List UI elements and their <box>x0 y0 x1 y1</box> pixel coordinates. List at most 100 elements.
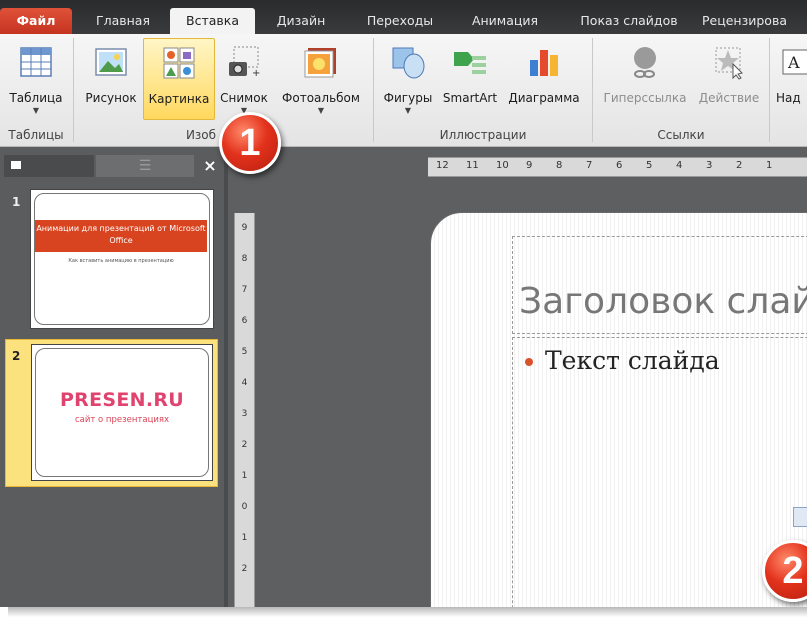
photoalbum-label: Фотоальбом <box>282 91 360 105</box>
screenshot-label: Снимок <box>220 91 268 105</box>
photoalbum-button[interactable]: Фотоальбом ▼ <box>276 38 366 118</box>
textbox-label: Над <box>776 91 801 105</box>
shapes-label: Фигуры <box>383 91 433 105</box>
chart-button[interactable]: Диаграмма <box>502 38 586 118</box>
screenshot-button[interactable]: + Снимок ▼ <box>214 38 274 118</box>
chart-label: Диаграмма <box>508 91 580 105</box>
shapes-icon <box>392 47 425 79</box>
thumbnail-subtitle: Как вставить анимацию в презентацию <box>68 258 174 264</box>
ruler-mark: 2 <box>241 564 248 574</box>
slide-thumbnail-2[interactable]: PRESEN.RU сайт о презентациях <box>31 344 213 481</box>
photoalbum-icon <box>304 48 336 78</box>
chevron-down-icon: ▼ <box>404 106 412 115</box>
group-label-tables: Таблицы <box>8 128 64 142</box>
tab-insert[interactable]: Вставка <box>170 8 255 34</box>
thumbnail-title: Анимации для презентаций от Microsoft Of… <box>35 220 207 252</box>
tab-review[interactable]: Рецензирова <box>702 8 807 34</box>
ruler-mark: 8 <box>241 254 248 264</box>
group-label-illustrations: Иллюстрации <box>439 128 527 142</box>
action-label: Действие <box>698 91 760 105</box>
slide-canvas[interactable]: Заголовок слай Текст слайда <box>430 212 807 607</box>
title-placeholder-text: Заголовок слай <box>519 281 807 322</box>
tab-transitions[interactable]: Переходы <box>355 8 445 34</box>
picture-button[interactable]: Рисунок <box>80 38 142 118</box>
pane-splitter[interactable] <box>224 147 228 607</box>
textbox-icon: A <box>782 49 807 75</box>
ruler-mark: 9 <box>526 160 533 171</box>
clipart-button[interactable]: Картинка <box>143 38 215 120</box>
ruler-mark: 12 <box>436 160 449 171</box>
group-separator <box>373 38 374 142</box>
horizontal-ruler: 12 11 10 9 8 7 6 5 4 3 2 1 <box>428 157 807 177</box>
ruler-mark: 1 <box>241 471 248 481</box>
callout-badge-1: 1 <box>219 112 281 174</box>
ruler-mark: 10 <box>496 160 509 171</box>
picture-label: Рисунок <box>85 91 137 105</box>
smartart-button[interactable]: SmartArt <box>438 38 502 118</box>
action-icon <box>715 47 743 80</box>
presen-logo: PRESEN.RU <box>59 389 185 411</box>
group-label-links: Ссылки <box>657 128 705 142</box>
hyperlink-icon <box>634 47 656 78</box>
powerpoint-window: Файл Главная Вставка Дизайн Переходы Ани… <box>0 0 807 607</box>
ruler-mark: 3 <box>706 160 713 171</box>
tab-slideshow[interactable]: Показ слайдов <box>570 8 688 34</box>
logo-subtitle: сайт о презентациях <box>74 415 170 425</box>
action-button[interactable]: Действие <box>692 38 766 118</box>
shapes-button[interactable]: Фигуры ▼ <box>378 38 438 118</box>
ruler-mark: 9 <box>241 223 248 233</box>
tab-home[interactable]: Главная <box>85 8 161 34</box>
ruler-mark: 8 <box>556 160 563 171</box>
picture-icon <box>95 48 127 76</box>
slide-thumbnail-1[interactable]: Анимации для презентаций от Microsoft Of… <box>30 189 214 329</box>
chevron-down-icon: ▼ <box>32 106 40 115</box>
smartart-icon <box>454 52 486 74</box>
ruler-mark: 1 <box>766 160 773 171</box>
table-icon <box>20 47 52 77</box>
ruler-mark: 6 <box>616 160 623 171</box>
close-icon[interactable]: × <box>200 155 220 177</box>
window-shadow <box>8 607 807 617</box>
ribbon-tabs-bar: Файл Главная Вставка Дизайн Переходы Ани… <box>0 0 807 34</box>
group-separator <box>769 38 770 142</box>
slide-number: 2 <box>12 349 21 363</box>
group-separator <box>73 38 74 142</box>
screenshot-icon: + <box>229 46 260 79</box>
hyperlink-button[interactable]: Гиперссылка <box>598 38 692 118</box>
outline-icon: ☰ <box>138 158 152 174</box>
table-label: Таблица <box>9 91 63 105</box>
ruler-mark: 2 <box>241 440 248 450</box>
tab-file[interactable]: Файл <box>0 8 72 34</box>
chevron-down-icon: ▼ <box>317 106 325 115</box>
thumbnail-border <box>35 348 209 477</box>
table-button[interactable]: Таблица ▼ <box>2 38 70 118</box>
ruler-mark: 5 <box>241 347 248 357</box>
tab-design[interactable]: Дизайн <box>266 8 336 34</box>
svg-text:+: + <box>252 68 260 79</box>
smartart-label: SmartArt <box>442 91 498 105</box>
ruler-mark: 4 <box>676 160 683 171</box>
ribbon-insert: Таблица ▼ Рисунок Картинка + Снимок ▼ Фо… <box>0 34 807 147</box>
ruler-mark: 6 <box>241 316 248 326</box>
title-placeholder[interactable]: Заголовок слай <box>512 236 807 334</box>
ruler-mark: 11 <box>466 160 479 171</box>
tab-animation[interactable]: Анимация <box>460 8 550 34</box>
slides-pane-tabs: ☰ × <box>0 153 224 179</box>
hyperlink-label: Гиперссылка <box>603 91 687 105</box>
svg-text:A: A <box>787 53 800 72</box>
body-placeholder-text: Текст слайда <box>545 346 720 375</box>
clipart-label: Картинка <box>148 92 210 106</box>
ruler-mark: 2 <box>736 160 743 171</box>
ruler-mark: 5 <box>646 160 653 171</box>
insert-table-icon[interactable] <box>793 507 807 527</box>
tab-slides[interactable] <box>4 155 94 177</box>
bullet-icon <box>525 358 533 366</box>
vertical-ruler: 9 8 7 6 5 4 3 2 1 0 1 2 <box>234 213 255 607</box>
ruler-mark: 3 <box>241 409 248 419</box>
slide-number: 1 <box>12 195 21 209</box>
tab-outline[interactable]: ☰ <box>96 155 194 177</box>
slides-pane: ☰ × 1 Анимации для презентаций от Micros… <box>0 147 224 607</box>
ruler-mark: 7 <box>586 160 593 171</box>
textbox-button[interactable]: A Над <box>776 38 807 118</box>
chart-icon <box>530 50 558 76</box>
